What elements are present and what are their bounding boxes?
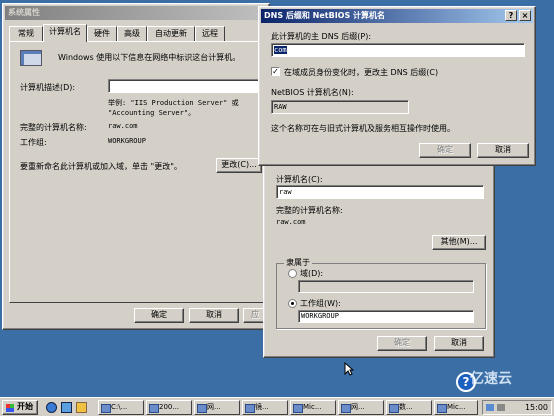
tab-auto-update[interactable]: 自动更新: [147, 26, 195, 41]
change-dialog-cancel-button[interactable]: 取消: [434, 336, 484, 351]
change-suffix-label: 在域成员身份变化时，更改主 DNS 后缀(C): [284, 68, 439, 77]
other-button[interactable]: 其他(M)...: [432, 235, 486, 250]
dns-suffix-dialog: DNS 后缀和 NetBIOS 计算机名 ? × 此计算机的主 DNS 后缀(P…: [258, 6, 536, 166]
netbios-info: 这个名称可在与旧式计算机及服务相互操作时使用。: [271, 124, 455, 133]
full-name-value: raw.com: [108, 122, 138, 130]
taskbar-item[interactable]: 网...: [194, 400, 240, 415]
windows-logo-icon: [6, 404, 14, 412]
full-computer-name-value: raw.com: [276, 218, 306, 226]
watermark-logo: 亿速云: [470, 371, 512, 387]
start-label: 开始: [17, 402, 33, 411]
tab-hardware[interactable]: 硬件: [87, 26, 117, 41]
dns-suffix-input[interactable]: com: [271, 43, 525, 57]
system-properties-window: 系统属性 常规 计算机名 硬件 高级 自动更新 远程 Windows 使用以下信…: [2, 3, 270, 330]
domain-input[interactable]: [298, 280, 474, 293]
workgroup-radio-label: 工作组(W):: [300, 299, 341, 308]
taskbar-item[interactable]: C:\...: [98, 400, 144, 415]
taskbar-item[interactable]: Mic...: [434, 400, 478, 415]
computer-name-input[interactable]: raw: [276, 185, 484, 199]
volume-tray-icon[interactable]: [497, 404, 505, 411]
system-tray: 15:00: [482, 400, 552, 415]
full-name-label: 完整的计算机名称:: [20, 123, 87, 132]
tab-general[interactable]: 常规: [9, 26, 43, 41]
domain-radio[interactable]: [288, 269, 297, 278]
taskbar-item[interactable]: Mic...: [290, 400, 336, 415]
system-properties-title: 系统属性: [8, 8, 40, 17]
mouse-cursor-icon: [344, 362, 354, 376]
close-icon[interactable]: ×: [519, 10, 531, 21]
quick-launch-desktop-icon[interactable]: [61, 402, 72, 413]
computer-name-label: 计算机名(C):: [276, 175, 323, 184]
dns-suffix-label: 此计算机的主 DNS 后缀(P):: [271, 32, 372, 41]
change-button[interactable]: 更改(C)...: [216, 158, 262, 173]
computer-name-changes-dialog: 计算机名(C): raw 完整的计算机名称: raw.com 其他(M)... …: [263, 160, 495, 358]
dns-ok-button[interactable]: 确定: [419, 143, 471, 158]
workgroup-value: WORKGROUP: [108, 137, 146, 145]
tab-remote[interactable]: 远程: [195, 26, 225, 41]
system-properties-titlebar[interactable]: 系统属性: [5, 6, 267, 20]
description-label: 计算机描述(D):: [20, 83, 76, 92]
domain-radio-label: 域(D):: [300, 269, 324, 278]
workgroup-radio[interactable]: [288, 299, 297, 308]
taskbar-item[interactable]: 网...: [338, 400, 384, 415]
tab-panel: Windows 使用以下信息在网络中标识这台计算机。 计算机描述(D): 举例:…: [9, 41, 264, 303]
quick-launch-ie-icon[interactable]: [46, 402, 57, 413]
intro-text: Windows 使用以下信息在网络中标识这台计算机。: [58, 53, 241, 62]
dns-cancel-button[interactable]: 取消: [477, 143, 529, 158]
workgroup-label: 工作组:: [20, 138, 47, 147]
taskbar-item[interactable]: 镜...: [242, 400, 288, 415]
full-computer-name-label: 完整的计算机名称:: [276, 206, 343, 215]
rename-instructions: 要重新命名此计算机或加入域，单击 "更改"。: [20, 162, 182, 171]
tab-advanced[interactable]: 高级: [117, 26, 147, 41]
quick-launch-explorer-icon[interactable]: [76, 402, 87, 413]
network-tray-icon[interactable]: [486, 404, 494, 411]
taskbar: 开始 C:\... 200... 网... 镜... Mic... 网... 数…: [0, 397, 554, 416]
sysprops-ok-button[interactable]: 确定: [134, 308, 184, 323]
member-of-group-title: 隶属于: [284, 257, 312, 268]
help-icon[interactable]: ?: [505, 10, 517, 21]
netbios-label: NetBIOS 计算机名(N):: [271, 88, 354, 97]
dns-suffix-selected-text: com: [274, 46, 287, 54]
workgroup-input[interactable]: WORKGROUP: [298, 310, 474, 323]
dns-dialog-title: DNS 后缀和 NetBIOS 计算机名: [264, 11, 386, 20]
start-button[interactable]: 开始: [2, 400, 38, 415]
clock[interactable]: 15:00: [525, 402, 548, 413]
tab-computer-name[interactable]: 计算机名: [43, 24, 87, 42]
description-input[interactable]: [108, 79, 260, 93]
dns-dialog-titlebar[interactable]: DNS 后缀和 NetBIOS 计算机名 ? ×: [261, 9, 533, 23]
computer-icon: [20, 50, 42, 66]
taskbar-item[interactable]: 数...: [386, 400, 432, 415]
netbios-input: RAW: [271, 100, 409, 114]
sysprops-cancel-button[interactable]: 取消: [189, 308, 239, 323]
change-dialog-ok-button[interactable]: 确定: [377, 336, 427, 351]
taskbar-item[interactable]: 200...: [146, 400, 192, 415]
change-suffix-checkbox[interactable]: ✓: [271, 67, 280, 76]
description-example: 举例: "IIS Production Server" 或 "Accountin…: [108, 99, 239, 117]
